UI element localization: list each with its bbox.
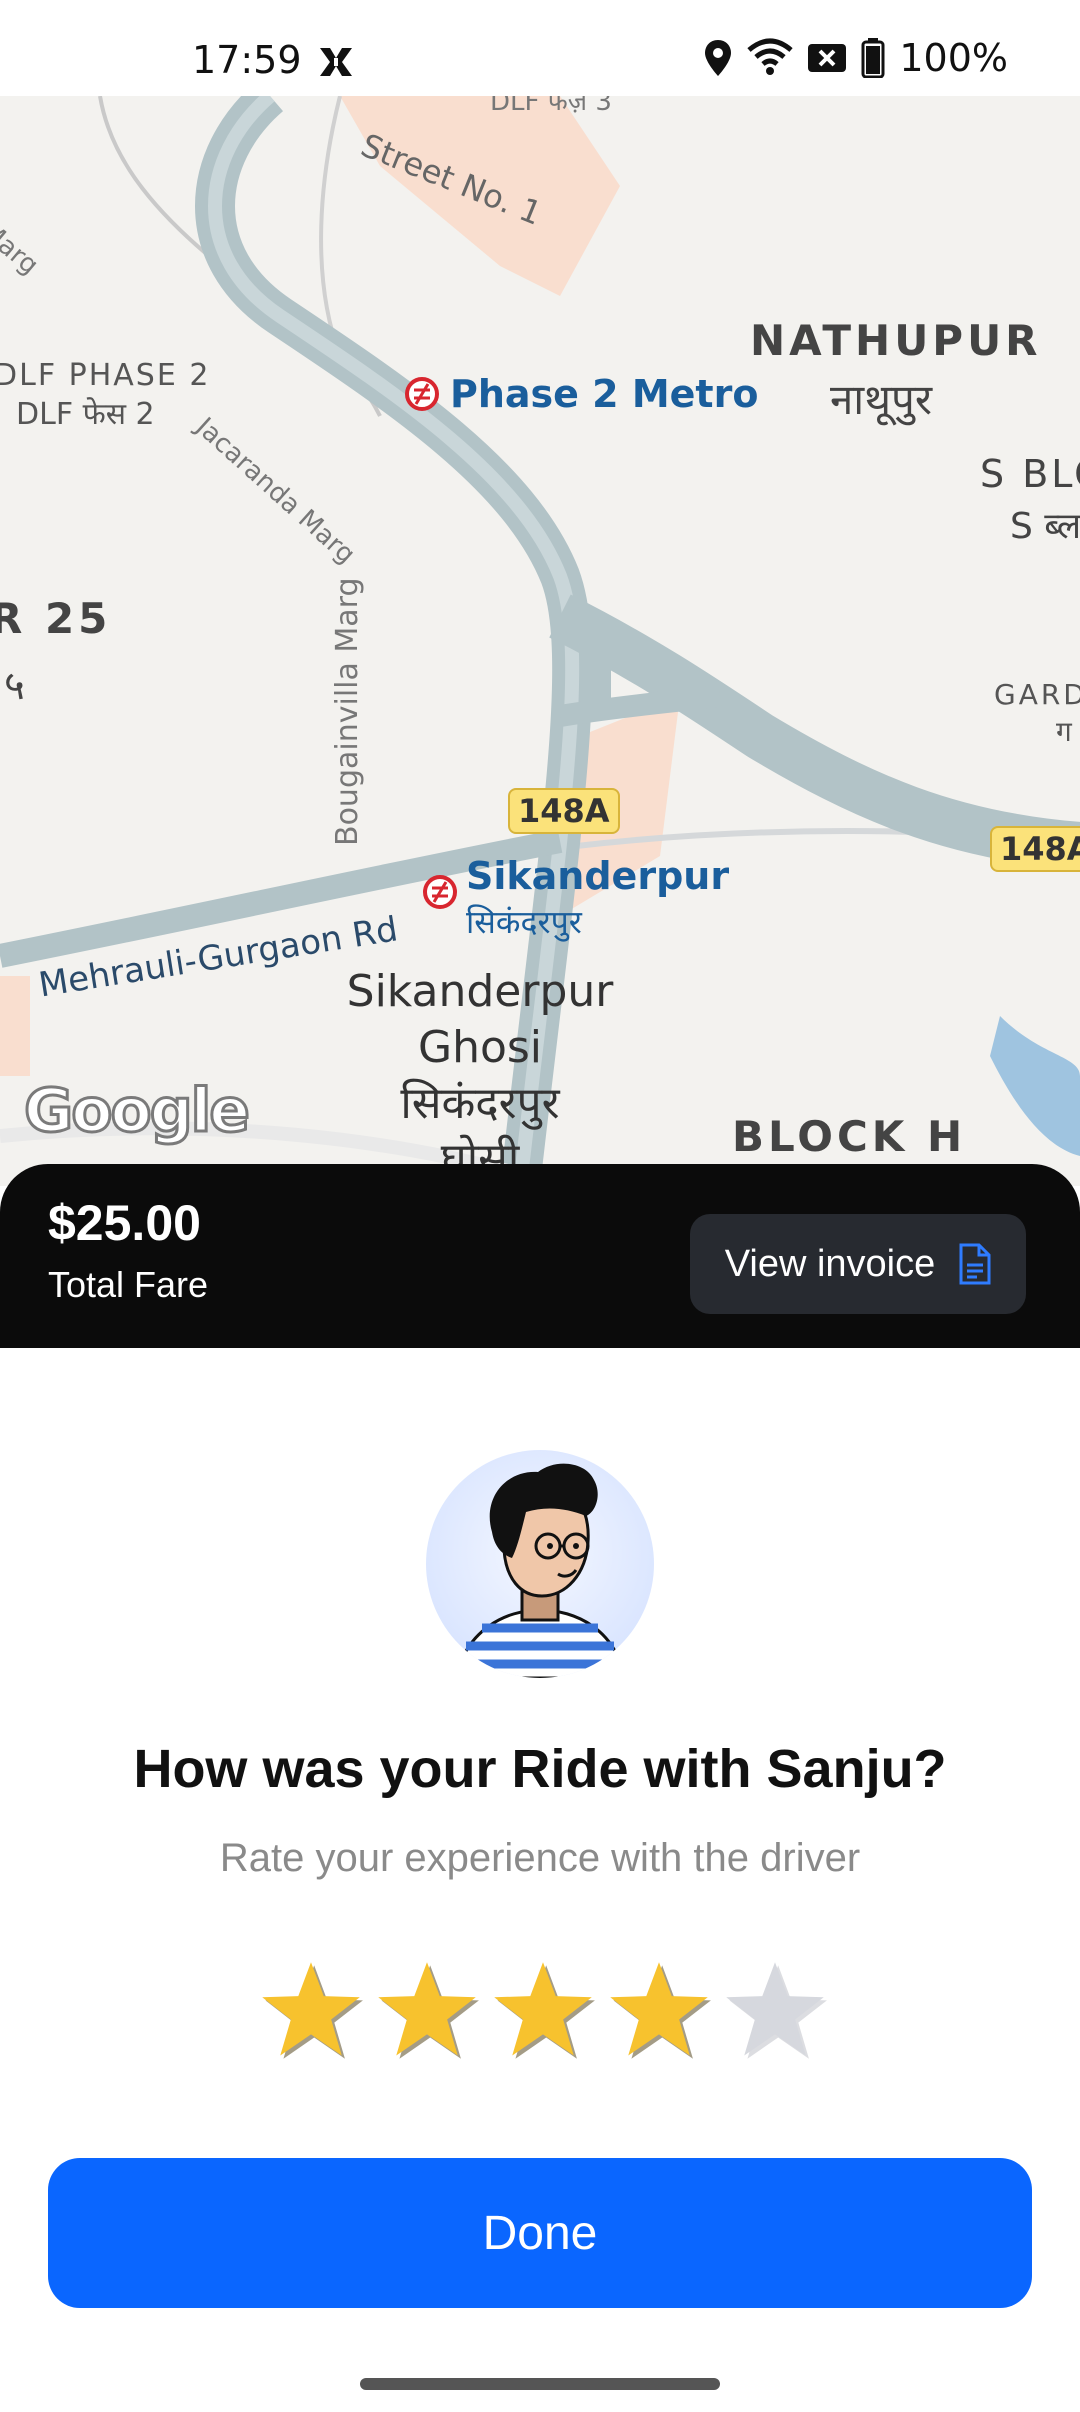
map-label-sikanderpur-ghosi-line1: Sikanderpur: [346, 966, 614, 1017]
map-label-sikanderpur-metro-hi: सिकंदरपुर: [466, 903, 582, 941]
battery-level: 100%: [899, 36, 1008, 80]
status-bar: 17:59 100%: [0, 0, 1080, 96]
view-invoice-button[interactable]: View invoice: [690, 1214, 1026, 1314]
status-icons: 100%: [703, 36, 1008, 80]
star-filled-icon[interactable]: [374, 1958, 480, 2064]
map-label-phase2-metro: Phase 2 Metro: [450, 372, 759, 416]
done-label: Done: [482, 2206, 598, 2260]
map-label-nathupur-hi: नाथूपुर: [830, 375, 933, 424]
view-invoice-label: View invoice: [724, 1242, 936, 1285]
metro-icon: [405, 377, 439, 411]
rating-title: How was your Ride with Sanju?: [133, 1739, 947, 1799]
map-label-sector25-hi: ५: [4, 663, 25, 709]
map-label-s-block-en: S BLO: [980, 452, 1080, 496]
map-label-bougainvilla: Bougainvilla Marg: [330, 577, 365, 846]
star-filled-icon[interactable]: [606, 1958, 712, 2064]
fare-label: Total Fare: [48, 1264, 209, 1305]
map-label-dlf-top: DLF फेज़ 3: [490, 96, 612, 117]
close-box-icon: [808, 44, 847, 72]
home-indicator[interactable]: [360, 2378, 720, 2390]
map-label-dlf-phase2-hi: DLF फेस 2: [16, 397, 155, 432]
app-logo-icon: [320, 48, 352, 76]
rating-subtitle: Rate your experience with the driver: [219, 1836, 861, 1880]
fare-amount: $25.00: [48, 1195, 201, 1251]
map-view[interactable]: DLF फेज़ 3 Street No. 1 Marg DLF PHASE 2…: [0, 96, 1080, 1186]
map-label-sikanderpur-ghosi: Sikanderpur Ghosi सिकंदरपुर घोसी: [340, 964, 620, 1186]
map-label-dlf-phase2-en: DLF PHASE 2: [0, 358, 211, 393]
google-logo: Google: [23, 1075, 252, 1148]
map-label-nathupur-en: NATHUPUR: [750, 316, 1042, 365]
highway-shield-148a-right: 148A: [990, 826, 1080, 872]
wifi-icon: [747, 38, 793, 75]
map-label-block-h: BLOCK H: [732, 1112, 967, 1161]
battery-icon: [861, 38, 885, 78]
map-label-s-block-hi: S ब्ल: [1010, 506, 1080, 547]
status-time: 17:59: [192, 38, 302, 82]
star-rating[interactable]: [258, 1958, 828, 2068]
map-label-sikanderpur-ghosi-hi: सिकंदरपुर: [400, 1078, 560, 1129]
map-label-sikanderpur-ghosi-line2: Ghosi: [417, 1022, 543, 1073]
map-label-garden-hi: ग: [1056, 715, 1072, 748]
location-icon: [705, 40, 732, 76]
document-icon: [959, 1243, 991, 1285]
fare-summary-bar: $25.00 Total Fare View invoice: [0, 1164, 1080, 1348]
highway-shield-148a: 148A: [508, 788, 620, 834]
done-button[interactable]: Done: [48, 2158, 1032, 2308]
star-filled-icon[interactable]: [258, 1958, 364, 2064]
map-label-sector25: R 25: [0, 594, 112, 643]
map-label-sikanderpur-metro-en: Sikanderpur: [466, 854, 730, 898]
rating-panel: How was your Ride with Sanju? Rate your …: [0, 1348, 1080, 2412]
driver-avatar: [426, 1450, 654, 1678]
driver-avatar-illustration: [454, 1463, 626, 1678]
star-empty-icon[interactable]: [722, 1958, 828, 2064]
metro-icon-sikanderpur: [423, 875, 457, 909]
map-label-garden: GARD: [994, 678, 1080, 711]
star-filled-icon[interactable]: [490, 1958, 596, 2064]
